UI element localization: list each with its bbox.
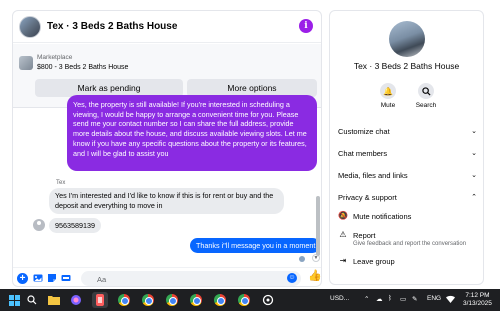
chat-title[interactable]: Tex · 3 Beds 2 Baths House [47, 21, 177, 32]
currency-label: USD... [330, 295, 350, 302]
chevron-up-icon[interactable]: ⌃ [364, 295, 369, 303]
search-button[interactable]: Search [406, 83, 446, 109]
privacy-support-label: Privacy & support [338, 192, 397, 202]
clock-time: 7:12 PM [465, 292, 490, 299]
gif-icon[interactable] [61, 273, 71, 283]
chrome-icon[interactable] [140, 292, 156, 308]
conversation-avatar[interactable] [389, 21, 425, 57]
warning-icon: ⚠ [339, 230, 347, 239]
conversation-name: Tex · 3 Beds 2 Baths House [353, 61, 460, 71]
emoji-icon[interactable]: ☺ [287, 273, 297, 283]
leave-group-label: Leave group [353, 257, 395, 266]
message-input[interactable]: Aa ☺ [81, 271, 301, 286]
windows-start-icon[interactable] [6, 292, 22, 308]
copilot-icon[interactable] [68, 292, 84, 308]
customize-chat-section[interactable]: Customize chat ⌄ [338, 124, 477, 138]
leave-icon: ⇥ [339, 256, 347, 265]
chat-header: Tex · 3 Beds 2 Baths House i [13, 11, 321, 43]
listing-price-title[interactable]: $800 - 3 Beds 2 Baths House [37, 64, 128, 71]
report-item[interactable]: ⚠ Report Give feedback and report the co… [338, 230, 477, 250]
chat-panel: Tex · 3 Beds 2 Baths House i Marketplace… [12, 10, 322, 287]
chrome-icon[interactable] [212, 292, 228, 308]
chevron-down-icon: ⌄ [471, 150, 477, 157]
message-composer: + Aa ☺ 👍 [13, 267, 321, 286]
cloud-icon[interactable]: ☁ [376, 295, 383, 303]
search-icon[interactable] [24, 292, 40, 308]
chrome-icon[interactable] [188, 292, 204, 308]
media-files-links-section[interactable]: Media, files and links ⌄ [338, 168, 477, 182]
chat-members-label: Chat members [338, 148, 388, 158]
plus-icon[interactable]: + [17, 273, 28, 284]
leave-group-item[interactable]: ⇥ Leave group [338, 256, 477, 268]
chatgpt-icon[interactable] [260, 292, 276, 308]
language-label: ENG [427, 295, 442, 302]
mute-notifications-item[interactable]: 🔕 Mute notifications [338, 211, 477, 223]
messenger-app-icon[interactable] [92, 292, 108, 308]
info-icon[interactable]: i [299, 19, 313, 33]
language-indicator[interactable]: ENG [427, 295, 441, 302]
chat-avatar[interactable] [19, 15, 41, 38]
chevron-down-icon: ⌄ [471, 128, 477, 135]
image-icon[interactable] [33, 273, 43, 283]
incoming-message[interactable]: 9563589139 [49, 218, 101, 233]
chevron-up-icon: ⌃ [471, 194, 477, 201]
mute-notifications-label: Mute notifications [353, 212, 412, 221]
wifi-icon[interactable] [446, 295, 455, 305]
search-icon [418, 83, 434, 99]
listing-thumbnail[interactable] [19, 56, 33, 70]
currency-widget[interactable]: USD... [330, 295, 349, 302]
outgoing-message[interactable]: Yes, the property is still available! If… [67, 95, 317, 171]
chrome-icon[interactable] [116, 292, 132, 308]
report-description: Give feedback and report the conversatio… [353, 241, 467, 247]
sender-name: Tex [56, 180, 66, 186]
mute-label: Mute [380, 102, 396, 109]
chrome-icon[interactable] [164, 292, 180, 308]
search-label: Search [415, 102, 437, 109]
privacy-support-section[interactable]: Privacy & support ⌃ [338, 190, 477, 204]
message-input-placeholder: Aa [97, 275, 107, 284]
outgoing-message[interactable]: Thanks i''ll message you in a moment [190, 238, 320, 253]
bell-off-icon: 🔕 [338, 211, 348, 220]
seen-avatar [299, 256, 305, 262]
report-label: Report [353, 231, 376, 240]
mute-button[interactable]: 🔔 Mute [368, 83, 408, 109]
media-files-links-label: Media, files and links [338, 170, 408, 180]
bell-icon: 🔔 [380, 83, 396, 99]
listing-category: Marketplace [37, 54, 73, 61]
chat-members-section[interactable]: Chat members ⌄ [338, 146, 477, 160]
incoming-message[interactable]: Yes I'm interested and I'd like to know … [49, 188, 284, 214]
chevron-down-icon: ⌄ [471, 172, 477, 179]
bluetooth-icon[interactable]: ᛒ [388, 295, 392, 302]
sticker-icon[interactable] [47, 273, 57, 283]
pen-icon[interactable]: ✎ [412, 295, 417, 303]
sender-avatar[interactable] [33, 219, 45, 231]
system-clock[interactable]: 7:12 PM 3/13/2025 [463, 292, 492, 308]
battery-icon[interactable]: ▭ [400, 295, 406, 303]
windows-taskbar: USD... ⌃ ☁ ᛒ ▭ ✎ ENG 7:12 PM 3/13/2025 [0, 289, 500, 311]
clock-date: 3/13/2025 [463, 300, 492, 307]
conversation-info-panel: Tex · 3 Beds 2 Baths House 🔔 Mute Search… [329, 10, 484, 285]
thumbs-up-icon[interactable]: 👍 [308, 271, 321, 282]
chrome-icon[interactable] [236, 292, 252, 308]
customize-chat-label: Customize chat [338, 126, 390, 136]
scrollbar-thumb[interactable] [316, 196, 320, 256]
file-explorer-icon[interactable] [46, 292, 62, 308]
